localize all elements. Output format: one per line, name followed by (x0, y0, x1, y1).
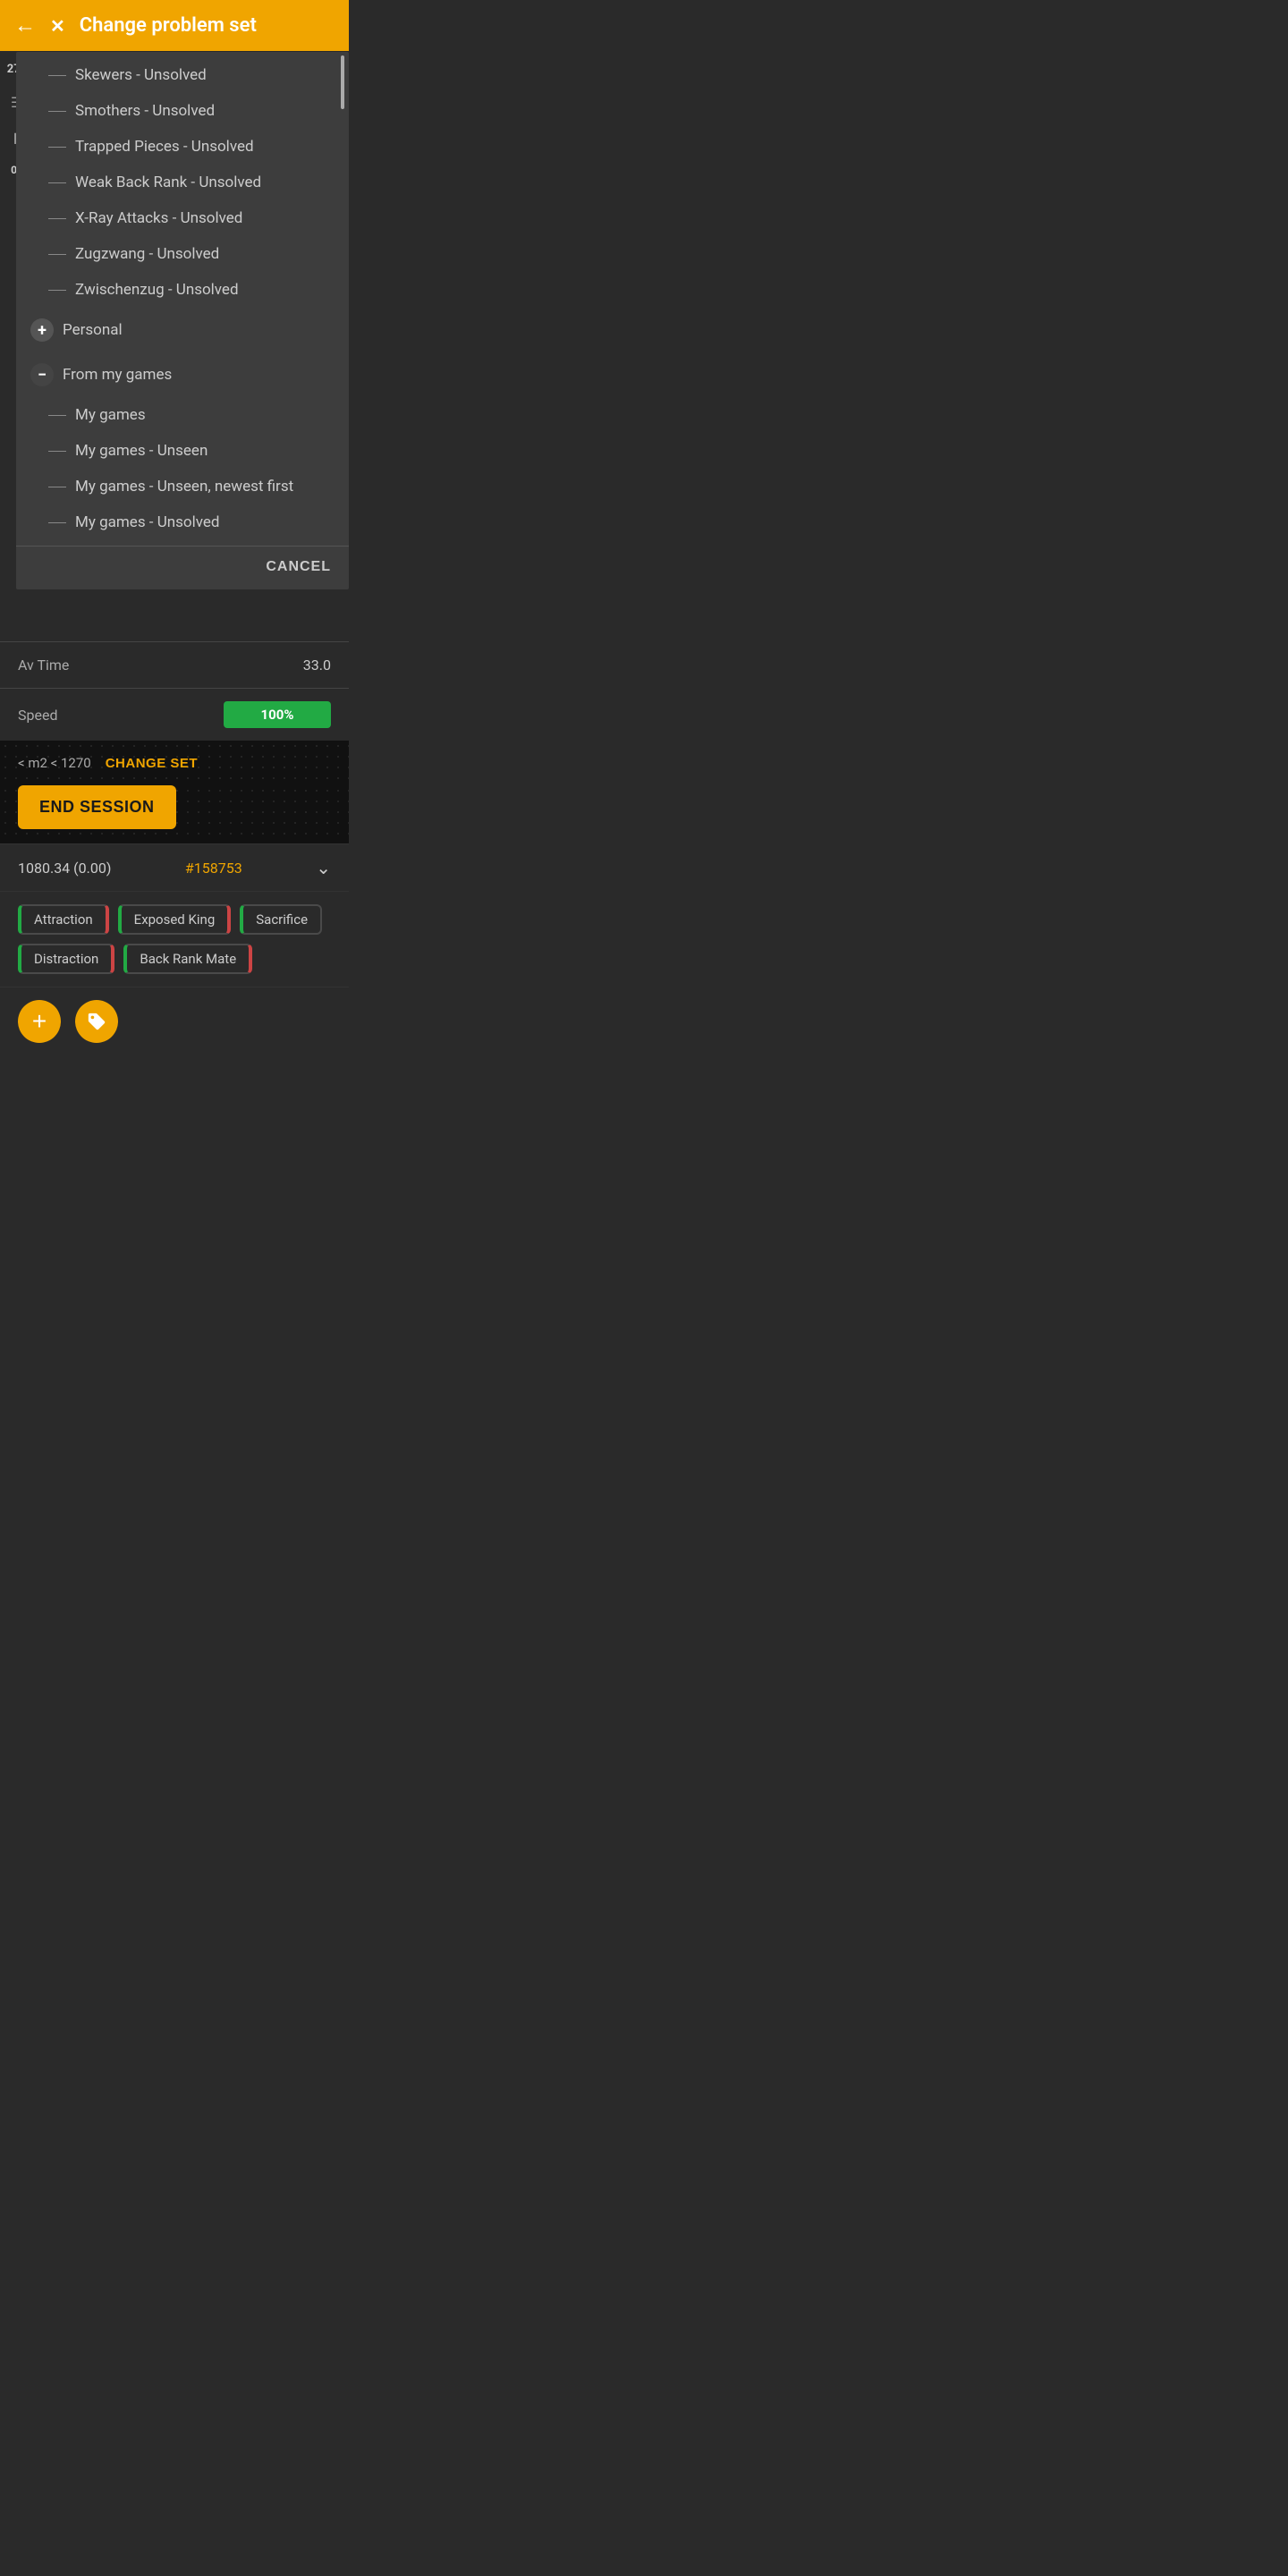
tag-icon (87, 1012, 106, 1031)
header: ← ✕ Change problem set (0, 0, 349, 51)
list-item[interactable]: My games - Unsolved (16, 504, 349, 540)
rating-change-set-row: < m2 < 1270 CHANGE SET (0, 741, 349, 785)
speed-label: Speed (18, 707, 57, 724)
scroll-thumb[interactable] (341, 55, 344, 109)
tag-button[interactable] (75, 1000, 118, 1043)
tree-line-icon (48, 182, 66, 183)
menu-list: Skewers - Unsolved Smothers - Unsolved T… (16, 52, 349, 546)
expand-personal-icon[interactable]: + (30, 318, 54, 342)
av-time-label: Av Time (18, 657, 69, 674)
list-item[interactable]: Smothers - Unsolved (16, 93, 349, 129)
tree-line-icon (48, 218, 66, 219)
change-set-button[interactable]: CHANGE SET (106, 756, 198, 771)
personal-section-header[interactable]: + Personal (16, 308, 349, 352)
speed-row: Speed 100% (0, 688, 349, 741)
list-item[interactable]: My games (16, 397, 349, 433)
tags-row: Attraction Exposed King Sacrifice Distra… (0, 891, 349, 987)
speed-bar: 100% (224, 701, 331, 728)
list-item[interactable]: Weak Back Rank - Unsolved (16, 165, 349, 200)
rating-range: < m2 < 1270 (18, 755, 91, 771)
list-item[interactable]: Skewers - Unsolved (16, 57, 349, 93)
list-item[interactable]: Zugzwang - Unsolved (16, 236, 349, 272)
tag-attraction[interactable]: Attraction (18, 904, 109, 935)
list-item[interactable]: My games - Unseen, newest first (16, 469, 349, 504)
av-time-value: 33.0 (303, 657, 331, 674)
puzzle-link[interactable]: #158753 (185, 860, 242, 877)
tree-line-icon (48, 75, 66, 76)
cancel-row: CANCEL (16, 546, 349, 589)
list-item[interactable]: X-Ray Attacks - Unsolved (16, 200, 349, 236)
end-session-button[interactable]: END SESSION (18, 785, 176, 829)
close-icon[interactable]: ✕ (50, 15, 65, 37)
tree-line-icon (48, 290, 66, 291)
end-session-row: END SESSION (0, 785, 349, 843)
tree-line-icon (48, 147, 66, 148)
personal-label: Personal (63, 321, 123, 339)
from-my-games-section-header[interactable]: − From my games (16, 352, 349, 397)
tag-distraction[interactable]: Distraction (18, 944, 114, 974)
tree-line-icon (48, 111, 66, 112)
chevron-down-icon[interactable]: ⌄ (316, 857, 331, 878)
cancel-button[interactable]: CANCEL (266, 559, 331, 575)
puzzle-info-row: 1080.34 (0.00) #158753 ⌄ (0, 843, 349, 891)
av-time-row: Av Time 33.0 (0, 641, 349, 688)
collapse-my-games-icon[interactable]: − (30, 363, 54, 386)
list-item[interactable]: Trapped Pieces - Unsolved (16, 129, 349, 165)
tree-line-icon (48, 254, 66, 255)
change-problem-set-modal: Skewers - Unsolved Smothers - Unsolved T… (16, 52, 349, 589)
tag-back-rank-mate[interactable]: Back Rank Mate (123, 944, 252, 974)
scrollbar[interactable] (340, 52, 345, 589)
add-button[interactable]: + (18, 1000, 61, 1043)
tag-exposed-king[interactable]: Exposed King (118, 904, 232, 935)
list-item[interactable]: My games - Unseen (16, 433, 349, 469)
from-my-games-label: From my games (63, 366, 172, 384)
bottom-actions: + (0, 987, 349, 1061)
tag-sacrifice[interactable]: Sacrifice (240, 904, 322, 935)
tree-line-icon (48, 522, 66, 523)
tree-line-icon (48, 451, 66, 452)
puzzle-score: 1080.34 (0.00) (18, 860, 111, 877)
back-icon[interactable]: ← (14, 13, 36, 38)
page-title: Change problem set (80, 14, 257, 37)
tree-line-icon (48, 415, 66, 416)
list-item[interactable]: Zwischenzug - Unsolved (16, 272, 349, 308)
